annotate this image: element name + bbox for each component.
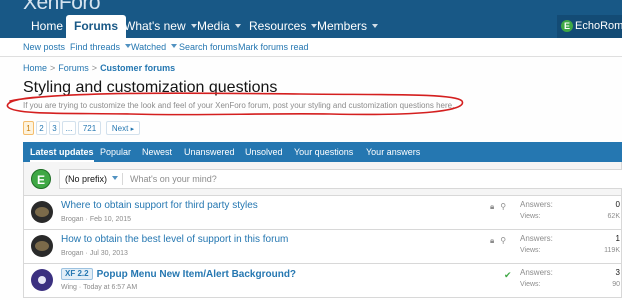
chevron-down-icon bbox=[171, 44, 178, 48]
nav-tab-label: Forums bbox=[74, 19, 119, 33]
thread-author[interactable]: Brogan bbox=[61, 250, 84, 257]
views-count: 90 bbox=[612, 281, 620, 288]
views-label: Views: bbox=[520, 281, 541, 288]
subnav-watched[interactable]: Watched bbox=[131, 38, 178, 57]
thread-meta: Wing · Today at 6:57 AM bbox=[61, 284, 138, 291]
sub-nav: New posts Find threads Watched Search fo… bbox=[0, 38, 622, 57]
chevron-down-icon bbox=[234, 24, 241, 28]
tab-your-questions[interactable]: Your questions bbox=[294, 142, 353, 162]
nav-tab-label: Resources bbox=[249, 19, 307, 33]
thread-status-icons: 🔒︎ ⚲ bbox=[490, 202, 512, 212]
subnav-label: Watched bbox=[131, 42, 167, 52]
subnav-search-forums[interactable]: Search forums bbox=[179, 38, 238, 57]
breadcrumb-home[interactable]: Home bbox=[23, 63, 47, 73]
breadcrumb-forums[interactable]: Forums bbox=[58, 63, 89, 73]
page-title: Styling and customization questions bbox=[23, 79, 278, 96]
page-description: If you are trying to customize the look … bbox=[23, 101, 455, 110]
breadcrumb-customer-forums[interactable]: Customer forums bbox=[100, 63, 175, 73]
nav-tab-label: What's new bbox=[124, 19, 186, 33]
pin-icon: ⚲ bbox=[500, 236, 507, 245]
quick-thread-input[interactable]: (No prefix) What's on your mind? bbox=[59, 169, 622, 189]
main-content: Home > Forums > Customer forums Styling and … bbox=[0, 57, 622, 300]
thread-row: Where to obtain support for third party … bbox=[23, 196, 622, 230]
pin-icon: ⚲ bbox=[500, 202, 507, 211]
thread-meta: Brogan · Feb 10, 2015 bbox=[61, 216, 132, 223]
answers-label: Answers: bbox=[520, 200, 553, 209]
answers-count: 3 bbox=[615, 268, 620, 277]
views-label: Views: bbox=[520, 213, 541, 220]
breadcrumb-separator: > bbox=[91, 63, 98, 73]
main-nav: Home Forums What's new Media Resources M… bbox=[0, 15, 622, 39]
tab-newest[interactable]: Newest bbox=[142, 142, 172, 162]
divider bbox=[122, 173, 123, 185]
avatar[interactable] bbox=[31, 201, 53, 223]
tab-unsolved[interactable]: Unsolved bbox=[245, 142, 283, 162]
nav-tab-media[interactable]: Media bbox=[189, 15, 249, 38]
thread-author[interactable]: Brogan bbox=[61, 216, 84, 223]
lock-icon: 🔒︎ bbox=[490, 202, 495, 211]
answers-count: 1 bbox=[615, 234, 620, 243]
subnav-label: Find threads bbox=[70, 42, 121, 52]
tab-unanswered[interactable]: Unanswered bbox=[184, 142, 235, 162]
thread-prefix-badge[interactable]: XF 2.2 bbox=[61, 268, 93, 280]
username: EchoRomeo bbox=[575, 20, 622, 32]
avatar: E bbox=[561, 20, 573, 32]
user-account-menu[interactable]: E EchoRomeo bbox=[557, 15, 622, 38]
prefix-select[interactable]: (No prefix) bbox=[65, 170, 119, 188]
next-label: Next bbox=[111, 124, 129, 133]
thread-title-link[interactable]: Where to obtain support for third party … bbox=[61, 200, 258, 211]
avatar[interactable] bbox=[31, 269, 53, 291]
quick-thread-bar: E (No prefix) What's on your mind? bbox=[23, 162, 622, 196]
tab-popular[interactable]: Popular bbox=[100, 142, 131, 162]
subnav-mark-forums-read[interactable]: Mark forums read bbox=[238, 38, 309, 57]
lock-icon: 🔒︎ bbox=[490, 236, 495, 245]
thread-date[interactable]: Feb 10, 2015 bbox=[90, 216, 131, 223]
chevron-right-icon: ▸ bbox=[130, 126, 135, 133]
page-3-button[interactable]: 3 bbox=[49, 121, 60, 135]
views-label: Views: bbox=[520, 247, 541, 254]
tab-your-answers[interactable]: Your answers bbox=[366, 142, 420, 162]
page-jump-button[interactable]: ... bbox=[62, 121, 76, 135]
answers-label: Answers: bbox=[520, 268, 553, 277]
nav-tab-members[interactable]: Members bbox=[309, 15, 386, 38]
thread-date[interactable]: Today at 6:57 AM bbox=[83, 284, 137, 291]
page-721-button[interactable]: 721 bbox=[78, 121, 101, 135]
answers-count: 0 bbox=[615, 200, 620, 209]
page-2-button[interactable]: 2 bbox=[36, 121, 47, 135]
avatar[interactable] bbox=[31, 235, 53, 257]
tab-latest-updates[interactable]: Latest updates bbox=[30, 142, 94, 162]
thread-title-link[interactable]: XF 2.2 Popup Menu New Item/Alert Backgrou… bbox=[61, 268, 296, 280]
thread-meta: Brogan · Jul 30, 2013 bbox=[61, 250, 128, 257]
nav-tab-label: Members bbox=[317, 19, 368, 33]
nav-tab-home[interactable]: Home bbox=[23, 15, 71, 38]
solved-icon: ✔ bbox=[504, 270, 512, 280]
subnav-new-posts[interactable]: New posts bbox=[23, 38, 65, 57]
header-logo-bar: XenForo bbox=[0, 0, 622, 15]
thread-title-text: Popup Menu New Item/Alert Background? bbox=[96, 269, 297, 280]
thread-date[interactable]: Jul 30, 2013 bbox=[90, 250, 128, 257]
thread-row: How to obtain the best level of support … bbox=[23, 230, 622, 264]
page-1-button[interactable]: 1 bbox=[23, 121, 34, 135]
breadcrumb-separator: > bbox=[50, 63, 56, 73]
prefix-label: (No prefix) bbox=[65, 174, 108, 184]
thread-status-icons: 🔒︎ ⚲ bbox=[490, 236, 512, 246]
chevron-down-icon bbox=[112, 176, 119, 180]
nav-tab-label: Media bbox=[197, 19, 230, 33]
site-logo[interactable]: XenForo bbox=[23, 0, 101, 15]
thread-author[interactable]: Wing bbox=[61, 284, 77, 291]
thread-status-icons: ✔ bbox=[490, 270, 518, 281]
nav-tab-label: Home bbox=[31, 19, 64, 33]
thread-filter-tabs: Latest updates Popular Newest Unanswered… bbox=[23, 142, 622, 162]
chevron-down-icon bbox=[372, 24, 379, 28]
next-page-button[interactable]: Next ▸ bbox=[106, 121, 140, 135]
thread-title-placeholder[interactable]: What's on your mind? bbox=[130, 170, 217, 188]
breadcrumb: Home > Forums > Customer forums bbox=[23, 63, 175, 73]
subnav-find-threads[interactable]: Find threads bbox=[70, 38, 132, 57]
thread-title-link[interactable]: How to obtain the best level of support … bbox=[61, 234, 288, 245]
views-count: 119K bbox=[604, 247, 620, 254]
views-count: 62K bbox=[607, 213, 620, 220]
thread-row: XF 2.2 Popup Menu New Item/Alert Backgrou… bbox=[23, 264, 622, 298]
answers-label: Answers: bbox=[520, 234, 553, 243]
avatar: E bbox=[31, 169, 51, 189]
